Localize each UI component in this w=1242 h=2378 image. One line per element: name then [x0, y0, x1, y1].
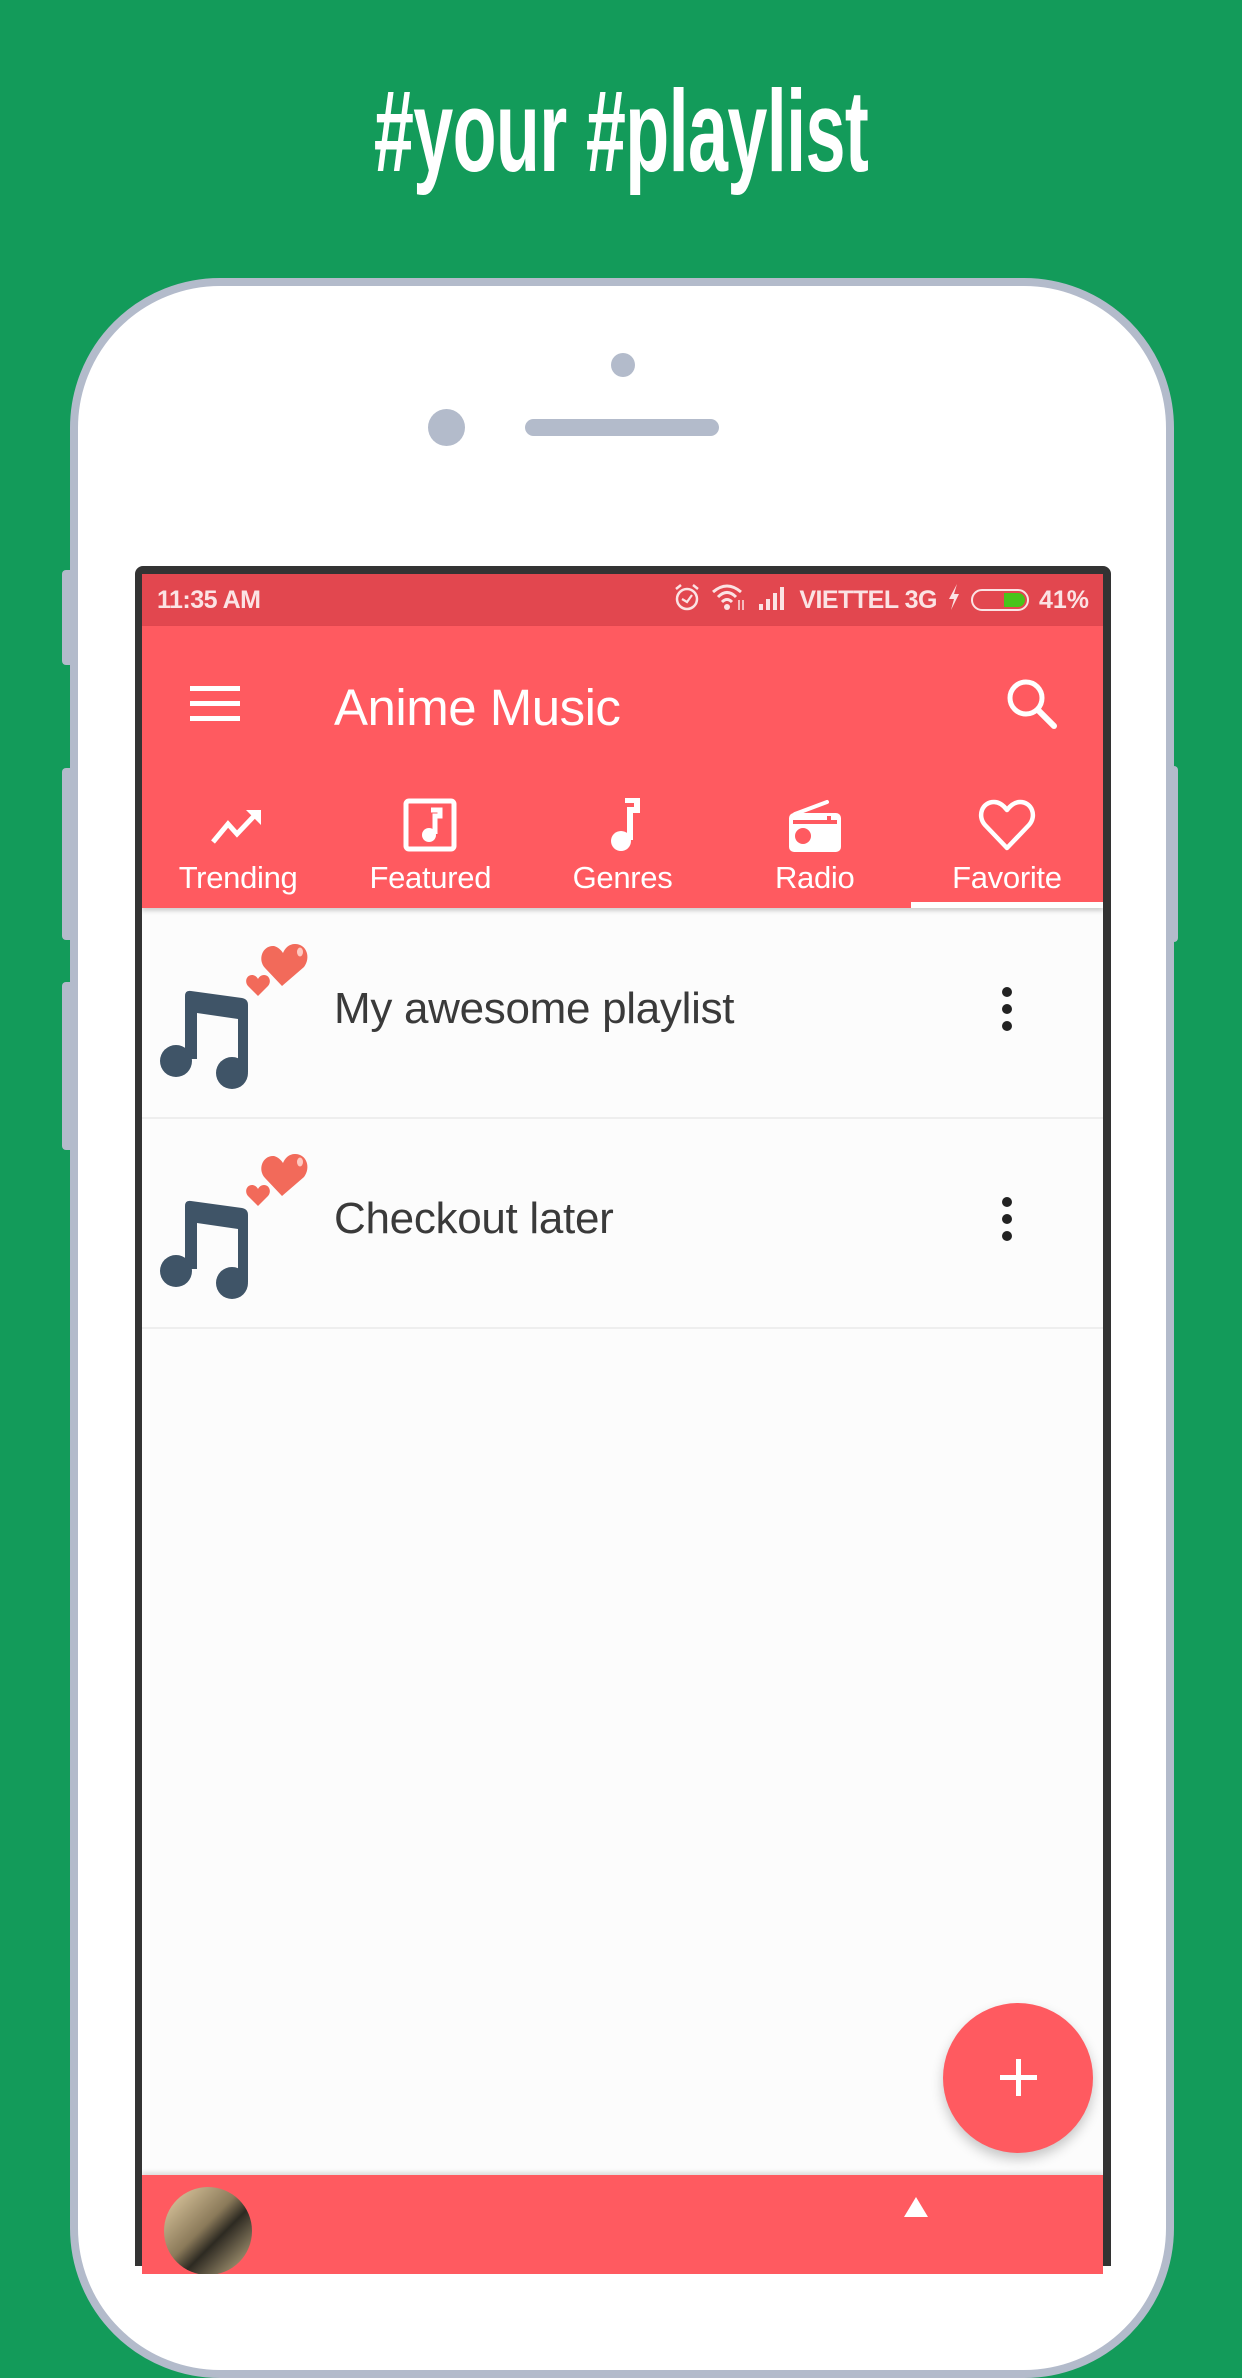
mini-player[interactable] — [142, 2175, 1103, 2274]
wifi-icon — [711, 582, 747, 619]
battery-icon — [970, 589, 1029, 611]
trending-up-icon — [208, 798, 268, 854]
list-item[interactable]: My awesome playlist — [142, 909, 1103, 1119]
promo-headline: #your #playlist — [373, 66, 869, 196]
tab-radio[interactable]: Radio — [719, 786, 911, 908]
tab-selected-indicator — [910, 902, 1103, 908]
app-screen: 11:35 AM VIETTEL 3G 41% Anime Music Tren… — [142, 574, 1103, 2274]
playlist-name: Checkout later — [334, 1194, 614, 1243]
phone-sensor — [611, 353, 635, 377]
battery-level-fill — [1003, 593, 1025, 607]
tab-label: Genres — [572, 860, 673, 895]
app-toolbar: Anime Music Trending Featured Genres Rad… — [142, 626, 1103, 908]
album-cover[interactable] — [164, 2187, 252, 2274]
tab-favorite[interactable]: Favorite — [910, 786, 1103, 908]
alarm-icon — [673, 582, 701, 619]
music-note-icon — [593, 797, 653, 854]
search-icon[interactable] — [1002, 674, 1062, 734]
music-note-hearts-icon — [150, 1136, 330, 1306]
playlist-list: My awesome playlist Checkout later — [142, 909, 1103, 1329]
phone-front-camera — [428, 409, 465, 446]
list-item[interactable]: Checkout later — [142, 1119, 1103, 1329]
music-note-hearts-icon — [150, 926, 330, 1096]
heart-outline-icon — [977, 798, 1037, 854]
app-title: Anime Music — [334, 679, 621, 736]
status-time: 11:35 AM — [157, 586, 261, 614]
playlist-name: My awesome playlist — [334, 984, 735, 1033]
battery-percent: 41% — [1038, 585, 1089, 614]
play-icon[interactable] — [904, 2197, 928, 2217]
tab-trending[interactable]: Trending — [142, 786, 334, 908]
tab-label: Favorite — [952, 860, 1062, 895]
phone-earpiece-speaker — [525, 419, 719, 436]
tab-bar: Trending Featured Genres Radio Favorite — [142, 786, 1103, 908]
featured-album-icon — [400, 798, 460, 854]
more-vertical-icon[interactable] — [982, 979, 1032, 1039]
hamburger-menu-icon[interactable] — [190, 686, 242, 724]
status-bar: 11:35 AM VIETTEL 3G 41% — [142, 574, 1103, 626]
signal-icon — [757, 584, 789, 617]
tab-featured[interactable]: Featured — [334, 786, 526, 908]
tab-label: Featured — [369, 860, 492, 895]
tab-genres[interactable]: Genres — [526, 786, 718, 908]
radio-icon — [785, 798, 845, 854]
tab-label: Radio — [774, 860, 855, 895]
carrier-label: VIETTEL 3G — [799, 585, 937, 614]
tab-label: Trending — [178, 860, 298, 895]
charging-bolt-icon — [947, 583, 961, 618]
add-playlist-button[interactable] — [943, 2003, 1093, 2153]
more-vertical-icon[interactable] — [982, 1189, 1032, 1249]
phone-screen-bezel: 11:35 AM VIETTEL 3G 41% Anime Music Tren… — [135, 566, 1111, 2274]
